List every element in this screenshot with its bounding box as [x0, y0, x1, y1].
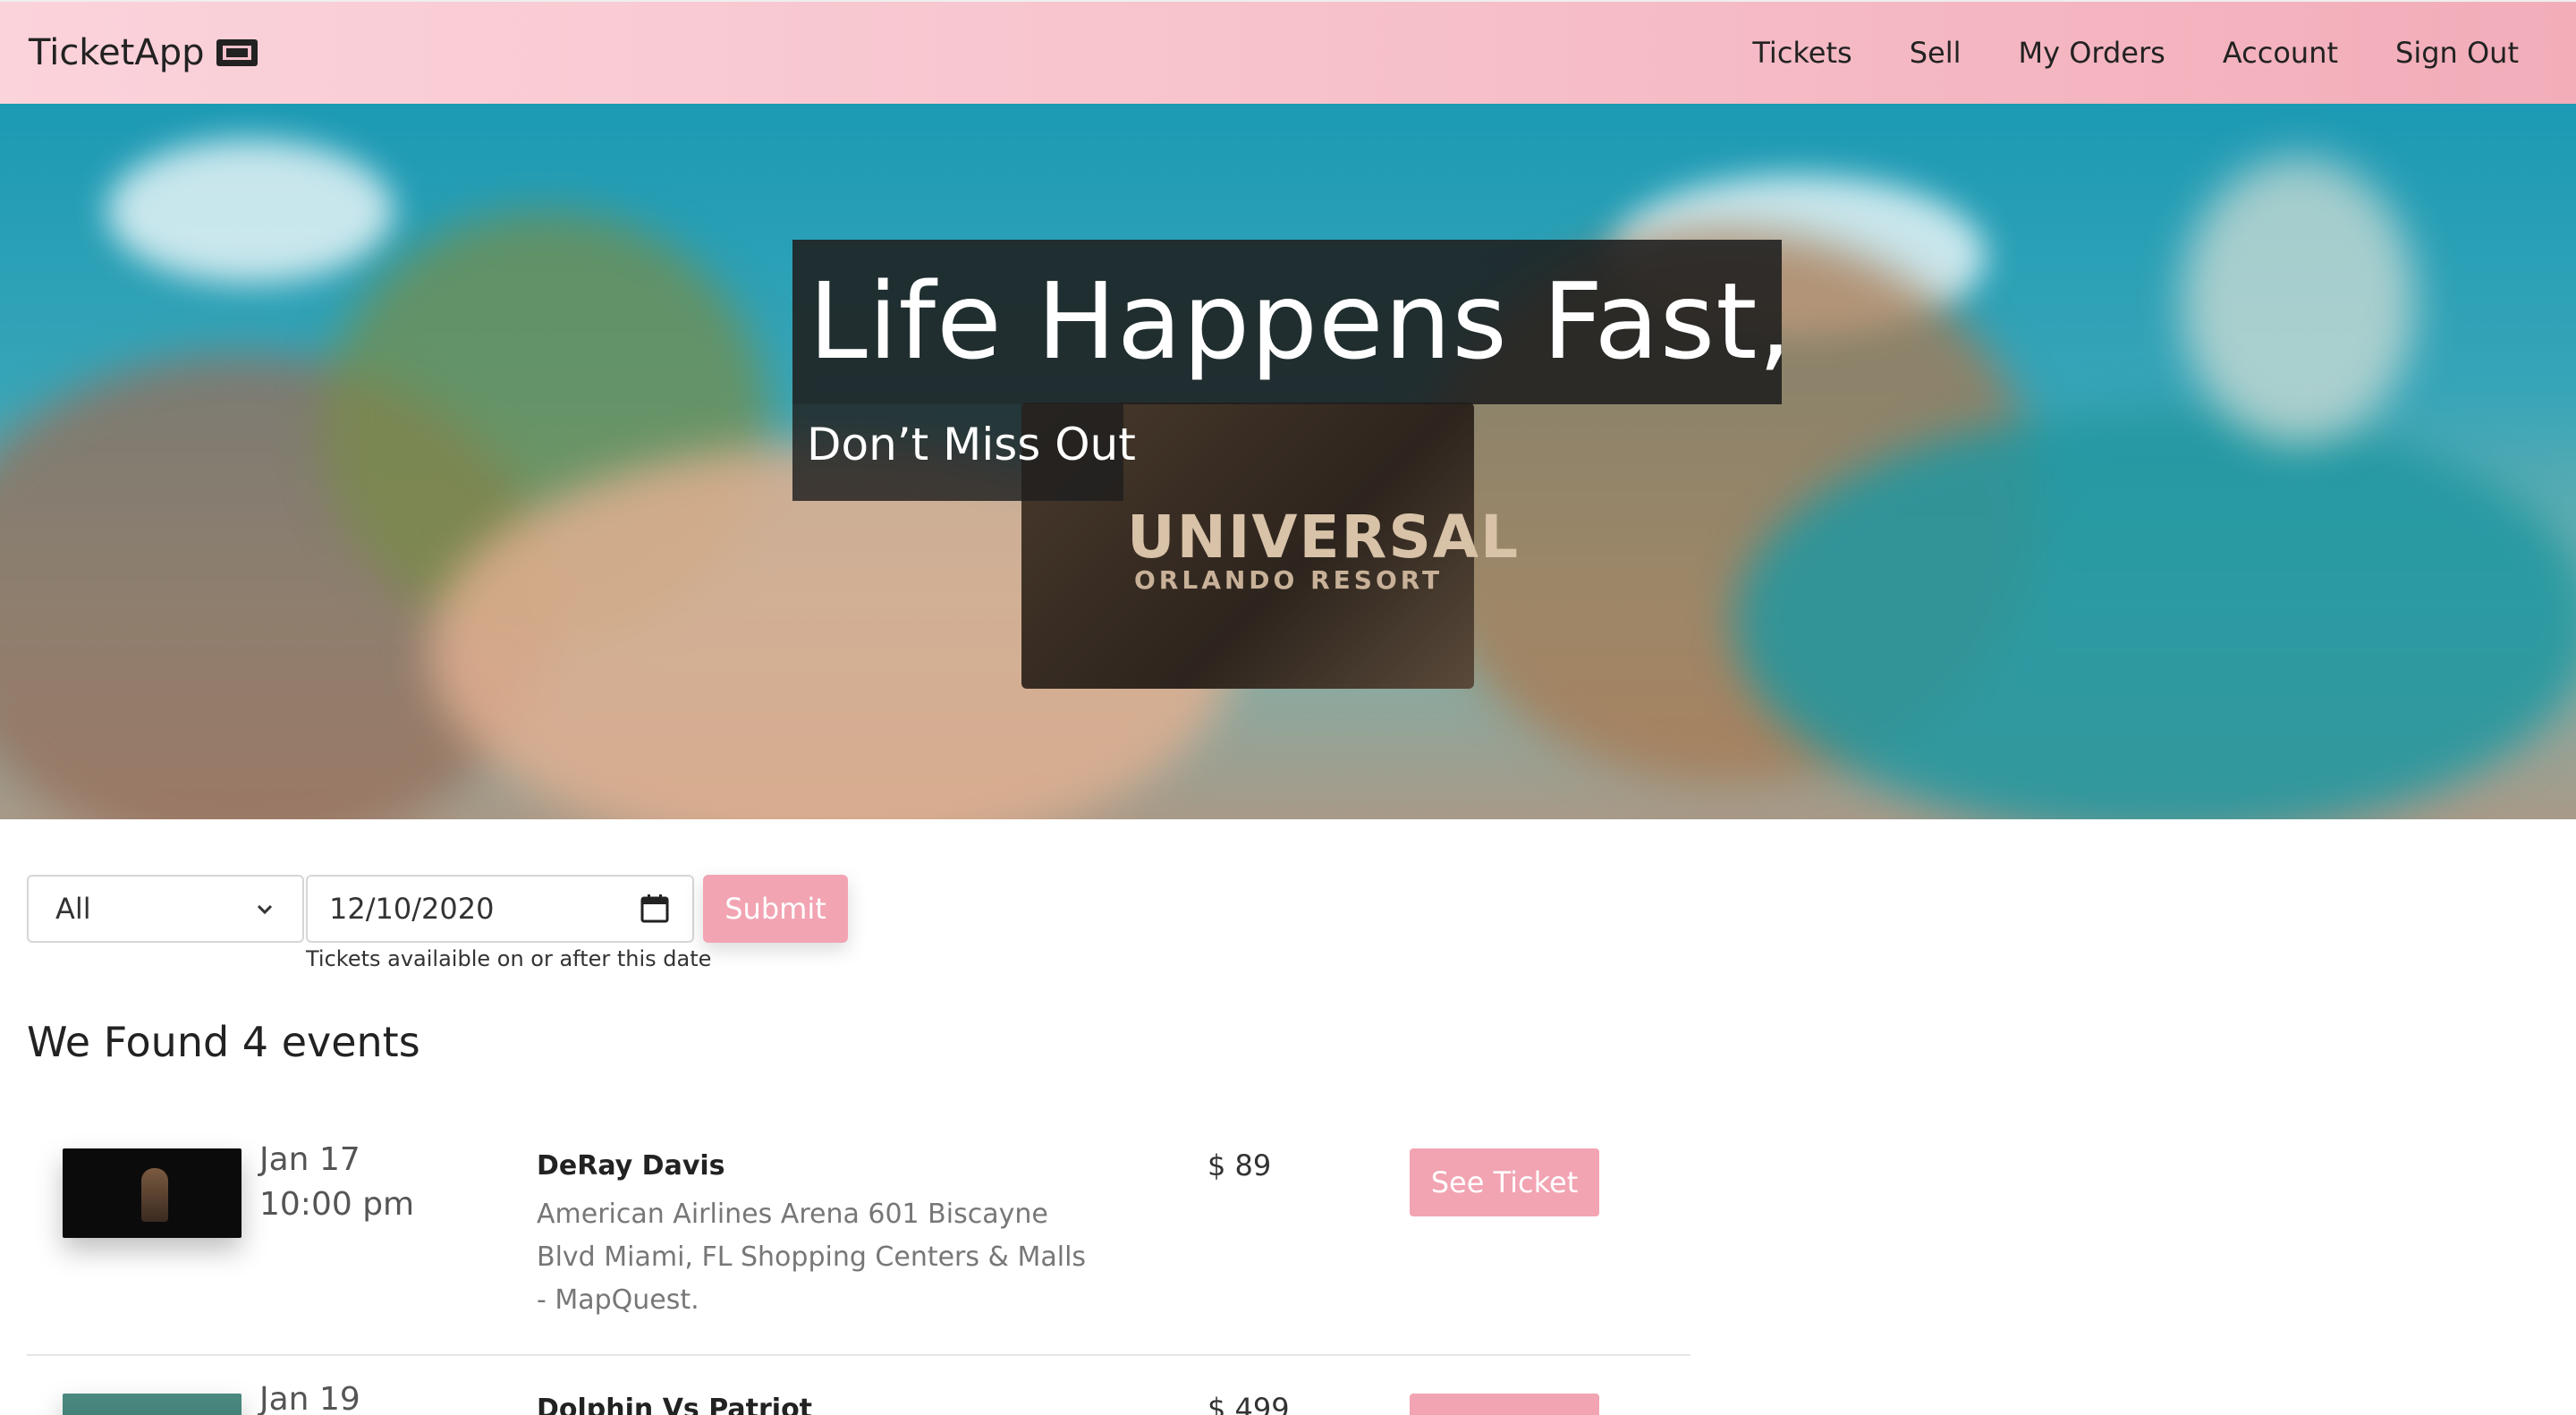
event-location: American Airlines Arena 601 Biscayne Blv…: [537, 1199, 1087, 1316]
nav-link-my-orders[interactable]: My Orders: [2018, 36, 2165, 70]
hero-subtitle: Don’t Miss Out: [807, 419, 1136, 470]
event-date: Jan 19: [259, 1381, 360, 1415]
event-price: $ 499: [1208, 1392, 1290, 1415]
calendar-icon[interactable]: [639, 893, 671, 925]
see-ticket-button[interactable]: See Ticket: [1410, 1394, 1599, 1415]
nav-link-sign-out[interactable]: Sign Out: [2395, 36, 2519, 70]
date-hint: Tickets availaible on or after this date: [306, 946, 712, 971]
nav-link-sell[interactable]: Sell: [1910, 36, 1962, 70]
event-time: 10:00 pm: [259, 1186, 415, 1223]
ticket-brand-text: UNIVERSAL: [1127, 503, 1521, 572]
brand-logo[interactable]: TicketApp: [29, 32, 259, 73]
brand-name: TicketApp: [29, 32, 205, 73]
chevron-down-icon: [257, 904, 273, 915]
event-datetime: Jan 17 10:00 pm: [259, 1138, 414, 1227]
nav-link-account[interactable]: Account: [2223, 36, 2338, 70]
nav-link-tickets[interactable]: Tickets: [1752, 36, 1852, 70]
event-row: Jan 17 10:00 pm DeRay Davis American Air…: [27, 1118, 1690, 1356]
ticket-icon: [215, 38, 259, 68]
date-input-value: 12/10/2020: [329, 892, 495, 926]
nav-links: Tickets Sell My Orders Account Sign Out: [1752, 36, 2519, 70]
cloud-shape: [107, 140, 394, 283]
navbar: TicketApp Tickets Sell My Orders Account…: [0, 0, 2576, 104]
see-ticket-button[interactable]: See Ticket: [1410, 1148, 1599, 1216]
event-thumbnail[interactable]: [63, 1394, 242, 1415]
event-row: Jan 19 Dolphin Vs Patriot $ 499 See Tick…: [27, 1377, 1690, 1415]
building-shape: [2182, 157, 2415, 444]
hero-title: Life Happens Fast,: [809, 259, 1792, 383]
event-title: Dolphin Vs Patriot: [537, 1394, 813, 1415]
event-title: DeRay Davis: [537, 1150, 725, 1182]
event-price: $ 89: [1208, 1148, 1272, 1182]
category-select[interactable]: All: [27, 875, 304, 943]
ticket-resort-text: ORLANDO RESORT: [1134, 565, 1444, 595]
date-input[interactable]: 12/10/2020: [306, 875, 694, 943]
results-heading: We Found 4 events: [27, 1018, 420, 1066]
performer-figure: [141, 1168, 168, 1222]
category-select-value: All: [55, 892, 91, 926]
submit-button[interactable]: Submit: [703, 875, 848, 943]
event-date: Jan 17: [259, 1141, 360, 1178]
event-thumbnail[interactable]: [63, 1148, 242, 1238]
umbrella-shape: [1735, 408, 2576, 819]
